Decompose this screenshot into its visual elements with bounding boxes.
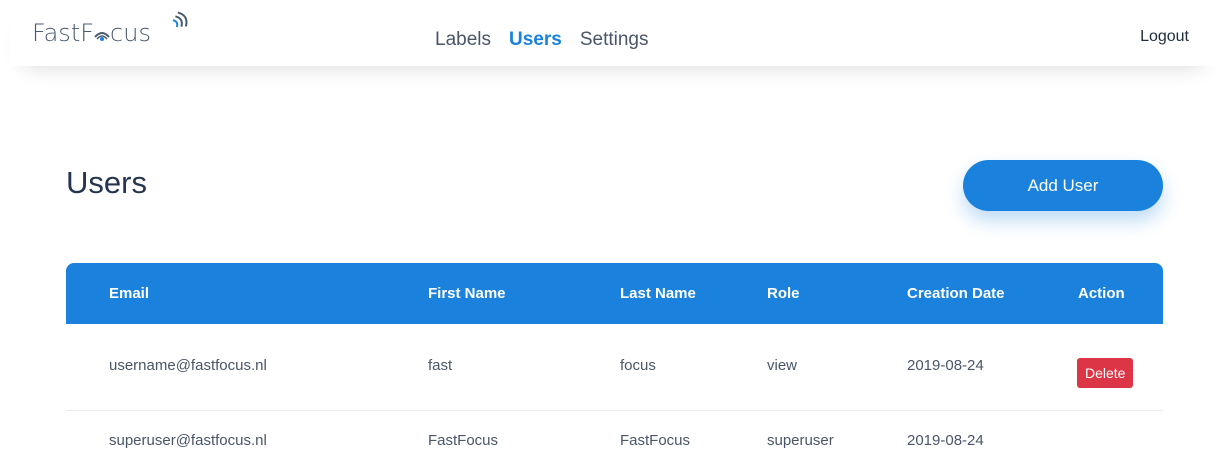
table-header: Email First Name Last Name Role Creation…	[66, 263, 1163, 324]
cell-role: view	[767, 357, 798, 374]
top-navbar: FastF cus Labels Users Settings Logout	[10, 0, 1216, 66]
logout-link[interactable]: Logout	[1140, 28, 1189, 46]
nav-item-settings[interactable]: Settings	[580, 29, 649, 51]
page-title: Users	[66, 165, 147, 200]
delete-button[interactable]: Delete	[1077, 358, 1134, 388]
column-header-role[interactable]: Role	[767, 285, 800, 302]
table-row: superuser@fastfocus.nl FastFocus FastFoc…	[66, 411, 1163, 471]
cell-creation-date: 2019-08-24	[907, 357, 984, 374]
column-header-creation-date[interactable]: Creation Date	[907, 285, 1005, 302]
column-header-email[interactable]: Email	[109, 285, 149, 302]
main-nav: Labels Users Settings	[435, 29, 648, 51]
nav-item-labels[interactable]: Labels	[435, 29, 491, 51]
cell-last-name: FastFocus	[620, 432, 691, 449]
logo-text-cus: cus	[110, 19, 151, 47]
nav-item-users[interactable]: Users	[509, 29, 562, 51]
logo-text-fast: Fast	[32, 19, 81, 47]
cell-last-name: focus	[620, 357, 656, 374]
logo-text-f: F	[80, 19, 95, 47]
column-header-first-name[interactable]: First Name	[428, 285, 506, 302]
users-table: Email First Name Last Name Role Creation…	[66, 263, 1163, 471]
column-header-last-name[interactable]: Last Name	[620, 285, 696, 302]
eye-icon	[94, 20, 110, 41]
cell-creation-date: 2019-08-24	[907, 432, 984, 449]
add-user-button[interactable]: Add User	[963, 160, 1163, 211]
signal-waves-icon	[171, 8, 193, 35]
cell-first-name: fast	[428, 357, 453, 374]
cell-first-name: FastFocus	[428, 432, 499, 449]
column-header-action: Action	[1078, 285, 1125, 302]
cell-email: username@fastfocus.nl	[109, 357, 267, 374]
cell-email: superuser@fastfocus.nl	[109, 432, 267, 449]
cell-role: superuser	[767, 432, 834, 449]
table-row: username@fastfocus.nl fast focus view 20…	[66, 324, 1163, 411]
brand-logo[interactable]: FastF cus	[32, 19, 151, 47]
